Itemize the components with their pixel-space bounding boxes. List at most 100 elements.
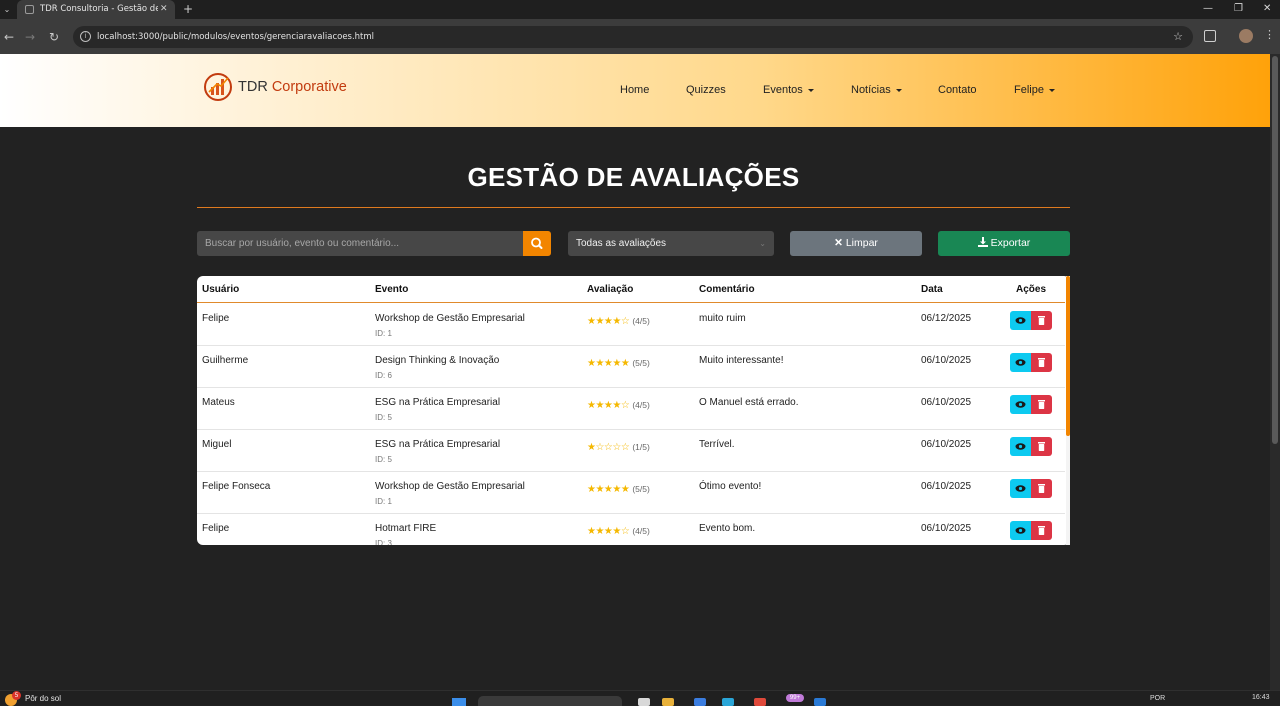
trash-icon — [1038, 358, 1045, 367]
table-row: Miguel ESG na Prática Empresarial ID: 5 … — [197, 430, 1065, 472]
title-divider — [197, 207, 1070, 208]
row-user: Miguel — [202, 439, 232, 450]
row-score: (4/5) — [632, 400, 650, 410]
eye-icon — [1015, 485, 1026, 492]
table-row: Felipe Fonseca Workshop de Gestão Empres… — [197, 472, 1065, 514]
row-rating: ★★★★☆ (4/5) — [587, 316, 650, 327]
clock[interactable]: 16:43 — [1252, 691, 1270, 704]
row-event-id: ID: 5 — [375, 413, 392, 422]
trash-icon — [1038, 400, 1045, 409]
more-menu-icon[interactable]: ⋮ — [1264, 28, 1275, 42]
export-button[interactable]: Exportar — [938, 231, 1070, 256]
row-user: Felipe — [202, 313, 230, 324]
profile-avatar-icon[interactable] — [1239, 29, 1253, 43]
trash-icon — [1038, 316, 1045, 325]
download-icon — [977, 237, 988, 247]
search-icon — [531, 237, 543, 249]
page-title: GESTÃO DE AVALIAÇÕES — [467, 162, 800, 192]
delete-button[interactable] — [1031, 437, 1052, 456]
col-header-acoes: Ações — [1016, 284, 1047, 295]
nav-user-dropdown[interactable]: Felipe — [1014, 54, 1055, 127]
delete-button[interactable] — [1031, 311, 1052, 330]
extensions-icon[interactable] — [1204, 30, 1216, 42]
table-row: Guilherme Design Thinking & Inovação ID:… — [197, 346, 1065, 388]
page-scrollbar[interactable] — [1270, 54, 1280, 690]
row-event-id: ID: 3 — [375, 539, 392, 545]
logo-text-tdr: TDR — [238, 79, 268, 95]
col-header-evento[interactable]: Evento — [375, 276, 408, 303]
row-comment: Evento bom. — [699, 523, 756, 534]
browser-toolbar: ← → ↻ i localhost:3000/public/modulos/ev… — [0, 19, 1280, 54]
site-info-icon[interactable]: i — [80, 31, 91, 42]
row-rating: ★★★★☆ (4/5) — [587, 526, 650, 537]
view-button[interactable] — [1010, 395, 1031, 414]
language-indicator[interactable]: POR — [1150, 691, 1165, 706]
forward-arrow-icon[interactable]: → — [25, 29, 35, 45]
tab-list-menu-icon[interactable]: ⌄ — [0, 0, 14, 19]
notification-badge: 99+ — [786, 694, 804, 702]
view-button[interactable] — [1010, 479, 1031, 498]
new-tab-button[interactable]: + — [183, 0, 193, 19]
row-event: ESG na Prática Empresarial — [375, 397, 501, 408]
table-scrollbar-thumb[interactable] — [1066, 276, 1070, 436]
search-button[interactable] — [523, 231, 551, 256]
row-score: (4/5) — [632, 316, 650, 326]
col-header-comentario[interactable]: Comentário — [699, 276, 755, 303]
row-comment: muito ruim — [699, 313, 746, 324]
address-bar[interactable]: i localhost:3000/public/modulos/eventos/… — [73, 26, 1193, 48]
nav-home[interactable]: Home — [620, 54, 649, 127]
os-taskbar: 5 Pôr do sol 99+ POR 16:43 — [0, 690, 1280, 706]
nav-noticias-dropdown[interactable]: Notícias — [851, 54, 902, 127]
row-event-id: ID: 5 — [375, 455, 392, 464]
delete-button[interactable] — [1031, 479, 1052, 498]
delete-button[interactable] — [1031, 395, 1052, 414]
view-button[interactable] — [1010, 311, 1031, 330]
row-comment: O Manuel está errado. — [699, 397, 799, 408]
filter-selected-value: Todas as avaliações — [576, 238, 667, 249]
minimize-button[interactable]: — — [1203, 0, 1213, 17]
row-user: Felipe — [202, 523, 230, 534]
col-header-avaliacao[interactable]: Avaliação — [587, 276, 633, 303]
export-button-label: Exportar — [990, 237, 1031, 249]
url-text[interactable]: localhost:3000/public/modulos/eventos/ge… — [97, 26, 374, 48]
weather-text[interactable]: Pôr do sol — [25, 691, 61, 706]
bookmark-star-icon[interactable]: ☆ — [1173, 26, 1183, 48]
trash-icon — [1038, 526, 1045, 535]
view-button[interactable] — [1010, 353, 1031, 372]
nav-eventos-dropdown[interactable]: Eventos — [763, 54, 814, 127]
caret-down-icon — [895, 88, 902, 92]
col-header-usuario[interactable]: Usuário — [202, 276, 239, 303]
row-rating: ★★★★★ (5/5) — [587, 484, 650, 495]
browser-tab-active[interactable]: TDR Consultoria - Gestão de Av ✕ — [17, 0, 175, 19]
reload-icon[interactable]: ↻ — [49, 29, 59, 45]
tab-close-icon[interactable]: ✕ — [160, 0, 168, 19]
close-window-button[interactable]: ✕ — [1263, 0, 1271, 17]
delete-button[interactable] — [1031, 353, 1052, 372]
star-rating-icon: ★★★★★ — [587, 358, 630, 369]
delete-button[interactable] — [1031, 521, 1052, 540]
restore-button[interactable]: ❐ — [1234, 0, 1243, 17]
view-button[interactable] — [1010, 521, 1031, 540]
nav-quizzes[interactable]: Quizzes — [686, 54, 726, 127]
row-comment: Ótimo evento! — [699, 481, 762, 492]
nav-contato[interactable]: Contato — [938, 54, 977, 127]
col-header-data[interactable]: Data — [921, 276, 943, 303]
search-input[interactable] — [197, 231, 523, 256]
table-scrollbar[interactable] — [1066, 276, 1070, 545]
view-button[interactable] — [1010, 437, 1031, 456]
clear-filters-button[interactable]: ✕ Limpar — [790, 231, 922, 256]
table-row: Felipe Hotmart FIRE ID: 3 ★★★★☆ (4/5) Eve… — [197, 514, 1065, 545]
row-event-id: ID: 1 — [375, 497, 392, 506]
row-user: Guilherme — [202, 355, 249, 366]
x-icon: ✕ — [834, 237, 843, 249]
row-score: (5/5) — [632, 358, 650, 368]
row-date: 06/10/2025 — [921, 355, 972, 366]
site-logo[interactable]: TDR Corporative — [203, 71, 347, 103]
page-scrollbar-thumb[interactable] — [1272, 56, 1278, 444]
row-event-id: ID: 1 — [375, 329, 392, 338]
rating-filter-select[interactable]: Todas as avaliações ⌄ — [568, 231, 774, 256]
row-score: (5/5) — [632, 484, 650, 494]
row-date: 06/10/2025 — [921, 481, 972, 492]
back-arrow-icon[interactable]: ← — [4, 29, 14, 45]
nav-eventos-label: Eventos — [763, 84, 803, 96]
